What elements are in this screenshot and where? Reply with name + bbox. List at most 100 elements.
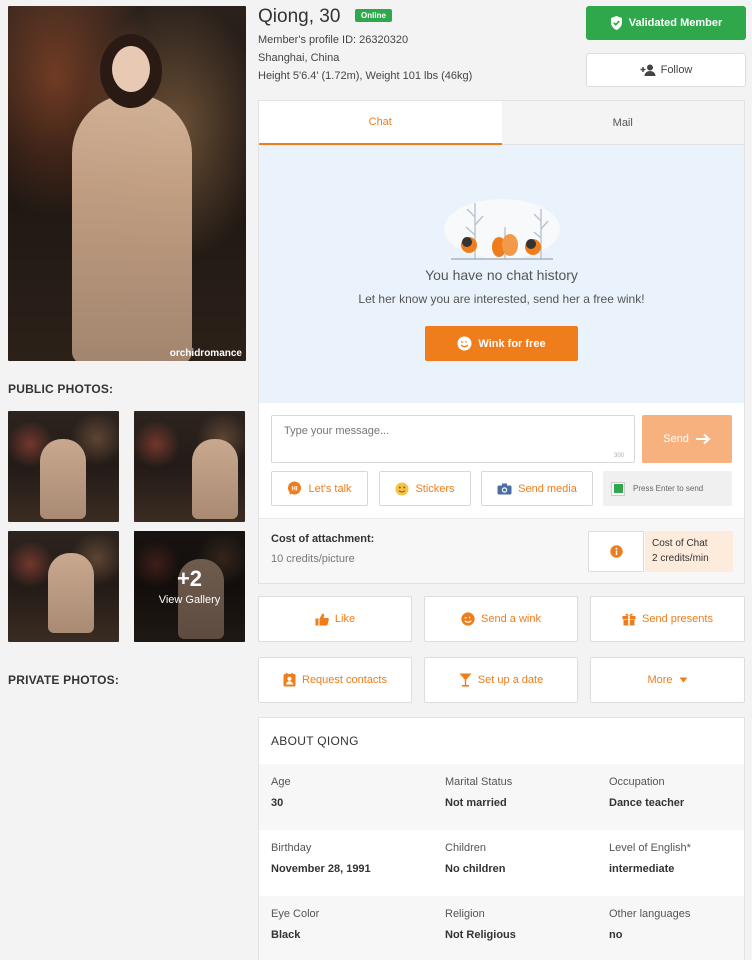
about-key: Age (271, 776, 291, 788)
about-field-marital-status: Marital Status Not married (445, 776, 512, 809)
profile-name: Qiong, 30 (258, 6, 341, 27)
like-button[interactable]: Like (258, 596, 412, 642)
wink-face-icon (457, 336, 472, 351)
gift-icon (622, 613, 636, 626)
cost-bar: Cost of attachment: 10 credits/picture C… (259, 518, 744, 583)
chat-panel: Chat Mail You have no chat history Let h… (258, 100, 745, 584)
photo-watermark: orchidromance (169, 348, 242, 359)
wink-for-free-label: Wink for free (478, 337, 546, 350)
info-icon (609, 545, 623, 558)
request-contacts-label: Request contacts (302, 674, 387, 686)
public-photo-thumb[interactable] (8, 411, 119, 522)
profile-measurements: Height 5'6.4' (1.72m), Weight 101 lbs (4… (258, 70, 473, 82)
follow-user-icon (640, 64, 656, 76)
send-button[interactable]: Send (642, 415, 732, 463)
lets-talk-label: Let's talk (308, 482, 352, 495)
cost-attachment-label: Cost of attachment: (271, 533, 375, 545)
about-value: Black (271, 929, 301, 941)
svg-text:HI: HI (292, 487, 298, 493)
about-key: Eye Color (271, 908, 320, 920)
private-photos-label: PRIVATE PHOTOS: (8, 673, 120, 687)
more-photos-count: +2 (176, 565, 203, 591)
about-value: Not Religious (445, 929, 516, 941)
thumb-figure (40, 439, 86, 519)
photo-face (112, 46, 150, 92)
about-field-eye-color: Eye Color Black (271, 908, 319, 941)
lets-talk-button[interactable]: HI Let's talk (271, 471, 368, 506)
profile-page: orchidromance PUBLIC PHOTOS: +2 View Gal… (0, 0, 752, 960)
public-photo-thumb[interactable] (134, 411, 245, 522)
about-field-english-level: Level of English* intermediate (609, 842, 691, 875)
send-arrow-icon (695, 433, 711, 445)
main-profile-photo[interactable]: orchidromance (8, 6, 246, 361)
about-value: November 28, 1991 (271, 863, 371, 875)
online-badge: Online (355, 9, 392, 22)
profile-id: Member's profile ID: 26320320 (258, 34, 409, 46)
cost-info-button[interactable] (588, 531, 644, 572)
about-field-age: Age 30 (271, 776, 291, 809)
thumb-figure (48, 553, 94, 633)
validated-label: Validated Member (628, 17, 723, 29)
about-field-occupation: Occupation Dance teacher (609, 776, 684, 809)
enter-to-send-label: Press Enter to send (633, 484, 704, 493)
wink-face-icon (461, 612, 475, 626)
follow-button[interactable]: Follow (586, 53, 746, 87)
about-field-children: Children No children (445, 842, 506, 875)
hi-bubble-icon: HI (288, 481, 302, 495)
about-field-birthday: Birthday November 28, 1991 (271, 842, 371, 875)
like-label: Like (334, 613, 356, 625)
about-value: No children (445, 863, 506, 875)
about-row: Age 30 Marital Status Not married Occupati… (259, 764, 744, 830)
char-counter: 300 (614, 453, 625, 459)
chat-tabs: Chat Mail (259, 101, 744, 145)
about-field-religion: Religion Not Religious (445, 908, 516, 941)
public-photo-thumb[interactable] (8, 531, 119, 642)
thumb-up-icon (315, 613, 329, 625)
stickers-button[interactable]: Stickers (379, 471, 471, 506)
about-value: Dance teacher (609, 797, 685, 809)
set-up-a-date-button[interactable]: Set up a date (424, 657, 578, 703)
set-up-a-date-label: Set up a date (477, 674, 544, 686)
caret-down-icon (679, 677, 688, 683)
about-field-other-languages: Other languages no (609, 908, 690, 941)
request-contacts-button[interactable]: Request contacts (258, 657, 412, 703)
send-a-wink-button[interactable]: Send a wink (424, 596, 578, 642)
shield-check-icon (610, 16, 622, 30)
tab-chat[interactable]: Chat (259, 101, 502, 145)
send-presents-label: Send presents (642, 613, 713, 625)
enter-to-send-toggle[interactable]: Press Enter to send (603, 471, 732, 506)
about-key: Marital Status (445, 776, 513, 788)
wink-for-free-button[interactable]: Wink for free (425, 326, 578, 361)
about-key: Children (445, 842, 486, 854)
photo-figure (72, 94, 192, 361)
empty-chat-title: You have no chat history (425, 267, 578, 283)
follow-label: Follow (660, 64, 693, 76)
empty-chat-subtitle: Let her know you are interested, send he… (358, 292, 645, 306)
thumb-figure (192, 439, 238, 519)
more-button[interactable]: More (590, 657, 745, 703)
cost-chat-label: Cost of Chat (652, 538, 708, 549)
public-photos-label: PUBLIC PHOTOS: (8, 382, 114, 396)
send-media-button[interactable]: Send media (481, 471, 593, 506)
more-label: More (647, 674, 673, 686)
empty-chat-illustration (444, 199, 560, 260)
about-key: Other languages (609, 908, 691, 920)
send-presents-button[interactable]: Send presents (590, 596, 745, 642)
tab-mail[interactable]: Mail (501, 101, 744, 145)
about-section: ABOUT QIONG Age 30 Marital Status Not marr… (258, 717, 745, 960)
checkbox-checked-mark (613, 484, 623, 493)
send-label: Send (663, 433, 689, 445)
message-input[interactable] (271, 415, 635, 463)
about-title: ABOUT QIONG (271, 734, 359, 748)
validated-member-button[interactable]: Validated Member (586, 6, 746, 40)
about-key: Occupation (609, 776, 665, 788)
about-row: Eye Color Black Religion Not Religious Oth… (259, 896, 744, 960)
sticker-icon (395, 482, 409, 495)
checkbox-icon[interactable] (611, 481, 625, 496)
view-gallery-thumb[interactable]: +2 View Gallery (134, 531, 245, 642)
cost-attachment-value: 10 credits/picture (271, 553, 355, 565)
about-value: Not married (445, 797, 507, 809)
about-value: intermediate (609, 863, 675, 875)
stickers-label: Stickers (415, 482, 455, 495)
contacts-icon (283, 673, 296, 687)
